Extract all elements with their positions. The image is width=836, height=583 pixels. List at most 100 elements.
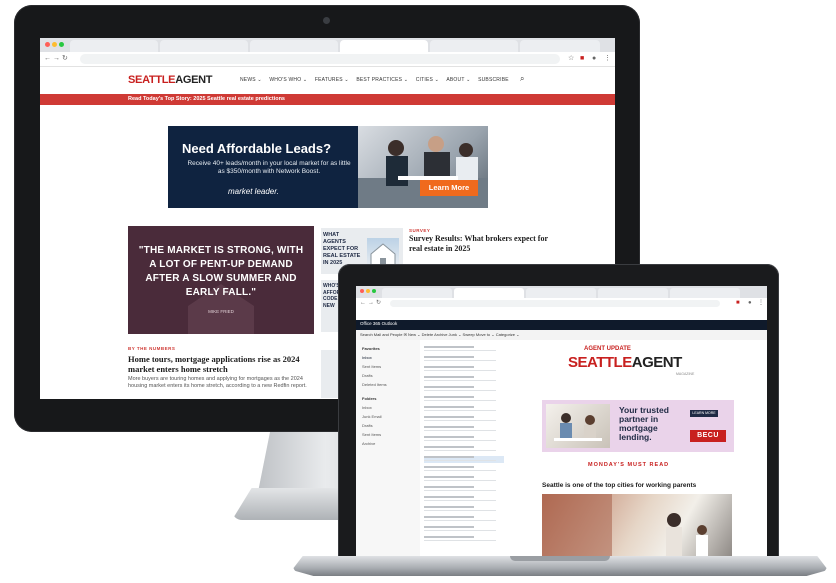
folder-inbox-2[interactable]: Inbox	[362, 405, 372, 410]
list-item[interactable]	[424, 396, 504, 403]
becu-learn-more-button[interactable]: LEARN MORE	[690, 410, 718, 417]
close-window-icon[interactable]	[360, 289, 364, 293]
ad-body: Receive 40+ leads/month in your local ma…	[187, 160, 351, 175]
top-story-banner[interactable]	[40, 94, 615, 105]
home-tours-excerpt: More buyers are touring homes and applyi…	[128, 376, 307, 389]
minimize-window-icon[interactable]	[366, 289, 370, 293]
reload-icon[interactable]: ↻	[376, 298, 381, 308]
laptop-tab-bar	[356, 286, 767, 298]
folder-drafts-2[interactable]: Drafts	[362, 423, 373, 428]
nav-best-practices[interactable]: BEST PRACTICES ⌄	[356, 77, 408, 83]
message-list	[420, 340, 509, 556]
list-item[interactable]	[424, 516, 504, 523]
list-item[interactable]	[424, 486, 504, 493]
browser-tab[interactable]	[430, 40, 518, 52]
folder-deleted[interactable]: Deleted Items	[362, 382, 387, 387]
forward-icon[interactable]: →	[53, 54, 60, 64]
forward-icon[interactable]: →	[368, 298, 374, 308]
menu-icon[interactable]: ⋮	[604, 54, 611, 64]
learn-more-button[interactable]: Learn More	[420, 180, 478, 196]
site-logo[interactable]: SEATTLEAGENT	[128, 74, 213, 86]
maximize-window-icon[interactable]	[59, 42, 64, 47]
home-tours-headline[interactable]: Home tours, mortgage applications rise a…	[128, 354, 314, 374]
browser-tab[interactable]	[520, 40, 600, 52]
nav-news[interactable]: NEWS ⌄	[240, 77, 262, 83]
list-item[interactable]	[424, 406, 504, 413]
maximize-window-icon[interactable]	[372, 289, 376, 293]
folder-sent-2[interactable]: Sent Items	[362, 432, 381, 437]
logo-agent: AGENT	[175, 74, 213, 86]
quote-text: "THE MARKET IS STRONG, WITH A LOT OF PEN…	[138, 245, 304, 298]
browser-tab-active[interactable]	[340, 40, 428, 52]
nav-subscribe[interactable]: SUBSCRIBE	[478, 77, 509, 83]
browser-tab[interactable]	[670, 288, 740, 298]
list-item[interactable]	[424, 416, 504, 423]
list-item[interactable]	[424, 506, 504, 513]
browser-tab[interactable]	[382, 288, 452, 298]
outlook-app-bar	[356, 320, 767, 330]
folder-favorites[interactable]: Favorites	[362, 346, 380, 351]
folder-sent[interactable]: Sent Items	[362, 364, 381, 369]
nav-features[interactable]: FEATURES ⌄	[315, 77, 349, 83]
browser-tab-bar	[40, 38, 615, 52]
browser-tab[interactable]	[598, 288, 668, 298]
webcam-icon	[323, 17, 330, 24]
working-parents-headline[interactable]: Seattle is one of the top cities for wor…	[542, 482, 696, 489]
list-item[interactable]	[424, 356, 504, 363]
profile-icon[interactable]: ●	[748, 298, 752, 308]
profile-icon[interactable]: ●	[592, 54, 596, 64]
list-item[interactable]	[424, 466, 504, 473]
list-item[interactable]	[424, 376, 504, 383]
site-nav: NEWS ⌄ WHO'S WHO ⌄ FEATURES ⌄ BEST PRACT…	[240, 77, 515, 83]
becu-ad[interactable]: Your trusted partner in mortgage lending…	[542, 400, 734, 452]
list-item[interactable]	[424, 366, 504, 373]
list-item[interactable]	[424, 496, 504, 503]
nav-whos-who[interactable]: WHO'S WHO ⌄	[269, 77, 307, 83]
extension-icon[interactable]: ☆	[568, 54, 574, 64]
reload-icon[interactable]: ↻	[62, 54, 68, 64]
url-input[interactable]	[390, 300, 720, 307]
folder-drafts[interactable]: Drafts	[362, 373, 373, 378]
list-item[interactable]	[424, 436, 504, 443]
browser-tab[interactable]	[160, 40, 248, 52]
extension-icon[interactable]: ■	[736, 298, 740, 308]
list-item[interactable]	[424, 346, 504, 353]
list-item[interactable]	[424, 526, 504, 533]
menu-icon[interactable]: ⋮	[758, 298, 764, 308]
quote-attribution: MIKE FRIED	[208, 309, 234, 314]
list-item[interactable]	[424, 536, 504, 543]
ad-title: Need Affordable Leads?	[182, 141, 332, 156]
quote-card[interactable]: "THE MARKET IS STRONG, WITH A LOT OF PEN…	[128, 226, 314, 334]
browser-tab[interactable]	[250, 40, 338, 52]
list-item[interactable]	[424, 446, 504, 453]
working-parents-photo[interactable]	[542, 494, 732, 556]
list-item[interactable]	[424, 386, 504, 393]
list-item[interactable]	[424, 476, 504, 483]
browser-tab-active[interactable]	[454, 288, 524, 298]
browser-tab[interactable]	[526, 288, 596, 298]
laptop-notch	[510, 556, 610, 561]
survey-headline[interactable]: Survey Results: What brokers expect for …	[409, 234, 559, 254]
search-icon[interactable]: ⌕	[520, 74, 524, 84]
outlook-toolbar-actions[interactable]: Search Mail and People ✉ New ⌄ Delete Ar…	[360, 332, 520, 337]
minimize-window-icon[interactable]	[52, 42, 57, 47]
extension-icon[interactable]: ■	[580, 54, 584, 64]
outlook-app-title[interactable]: Office 365 Outlook	[360, 321, 397, 326]
top-story-banner-text[interactable]: Read Today's Top Story: 2025 Seattle rea…	[128, 96, 285, 102]
back-icon[interactable]: ←	[360, 298, 366, 308]
list-item[interactable]	[424, 426, 504, 433]
url-input[interactable]	[80, 54, 560, 64]
survey-thumbnail-text: WHAT AGENTS EXPECT FOR REAL ESTATE IN 20…	[323, 232, 361, 266]
nav-about[interactable]: ABOUT ⌄	[446, 77, 470, 83]
leads-ad-banner[interactable]: Need Affordable Leads? Receive 40+ leads…	[168, 126, 488, 208]
folder-junk[interactable]: Junk Email	[362, 414, 382, 419]
market-leader-logo: market leader.	[228, 187, 279, 196]
list-item-selected[interactable]	[424, 456, 504, 463]
folder-archive[interactable]: Archive	[362, 441, 375, 446]
nav-cities[interactable]: CITIES ⌄	[416, 77, 439, 83]
folder-group[interactable]: Folders	[362, 396, 376, 401]
browser-tab[interactable]	[70, 40, 158, 52]
close-window-icon[interactable]	[45, 42, 50, 47]
folder-inbox[interactable]: Inbox	[362, 355, 372, 360]
back-icon[interactable]: ←	[44, 54, 51, 64]
